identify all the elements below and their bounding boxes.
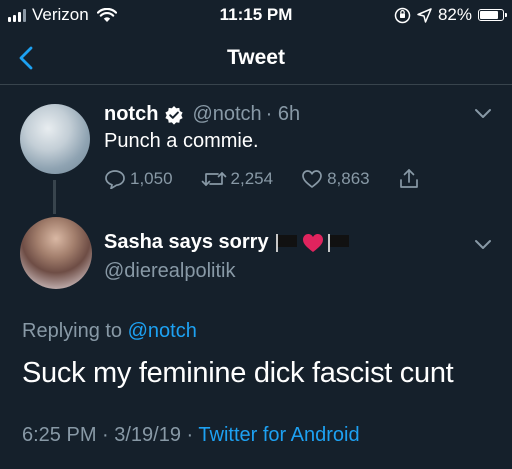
parent-tweet-header: notch @notch · 6h [104,103,300,126]
reply-tweet-header: Sasha says sorry [104,231,351,254]
verified-badge-icon [164,105,184,125]
tweet-actions: 1,050 2,254 8,863 [104,168,424,190]
tweet-timestamp: 6:25 PM · 3/19/19 · [22,424,194,446]
replying-to: Replying to @notch [22,320,197,343]
tweet-meta: 6:25 PM · 3/19/19 · Twitter for Android [22,424,360,447]
reply-icon [105,170,125,189]
tweet-age: · 6h [265,103,301,125]
battery-percent: 82% [437,5,472,24]
black-flag-icon [275,233,299,253]
status-bar: Verizon 11:15 PM 82% [0,0,512,30]
display-name[interactable]: Sasha says sorry [104,231,269,254]
battery-fill [480,11,499,19]
location-icon [417,7,432,23]
like-action[interactable]: 8,863 [301,169,370,189]
tweet-source-link[interactable]: Twitter for Android [198,424,359,446]
retweet-count: 2,254 [230,169,274,188]
more-chevron-down-icon[interactable] [473,238,493,252]
thread-connector [53,180,56,214]
name-emoji-group [275,233,351,253]
parent-tweet-text: Punch a commie. [104,130,259,152]
more-chevron-down-icon[interactable] [473,107,493,121]
handle[interactable]: @notch [192,103,261,126]
heart-outline-icon [302,170,322,188]
avatar-notch[interactable] [20,104,90,174]
retweet-action[interactable]: 2,254 [201,169,274,189]
orientation-lock-icon [394,7,411,23]
display-name[interactable]: notch [104,103,158,126]
share-icon [399,169,418,188]
reply-count: 1,050 [130,169,173,188]
red-heart-icon [302,233,323,252]
avatar-sasha[interactable] [20,217,92,289]
replying-to-label: Replying to [22,320,123,342]
replying-to-handle-link[interactable]: @notch [128,320,197,342]
battery-icon [478,9,507,21]
black-flag-icon [327,233,351,253]
status-right: 82% [394,5,507,25]
reply-tweet-text: Suck my feminine dick fascist cunt [22,357,454,389]
like-count: 8,863 [327,169,370,188]
page-title: Tweet [227,46,285,69]
retweet-icon [201,172,226,186]
reply-action[interactable]: 1,050 [104,169,173,189]
nav-bar: Tweet [0,32,512,85]
handle[interactable]: @dierealpolitik [104,260,235,283]
share-action[interactable] [398,168,424,190]
